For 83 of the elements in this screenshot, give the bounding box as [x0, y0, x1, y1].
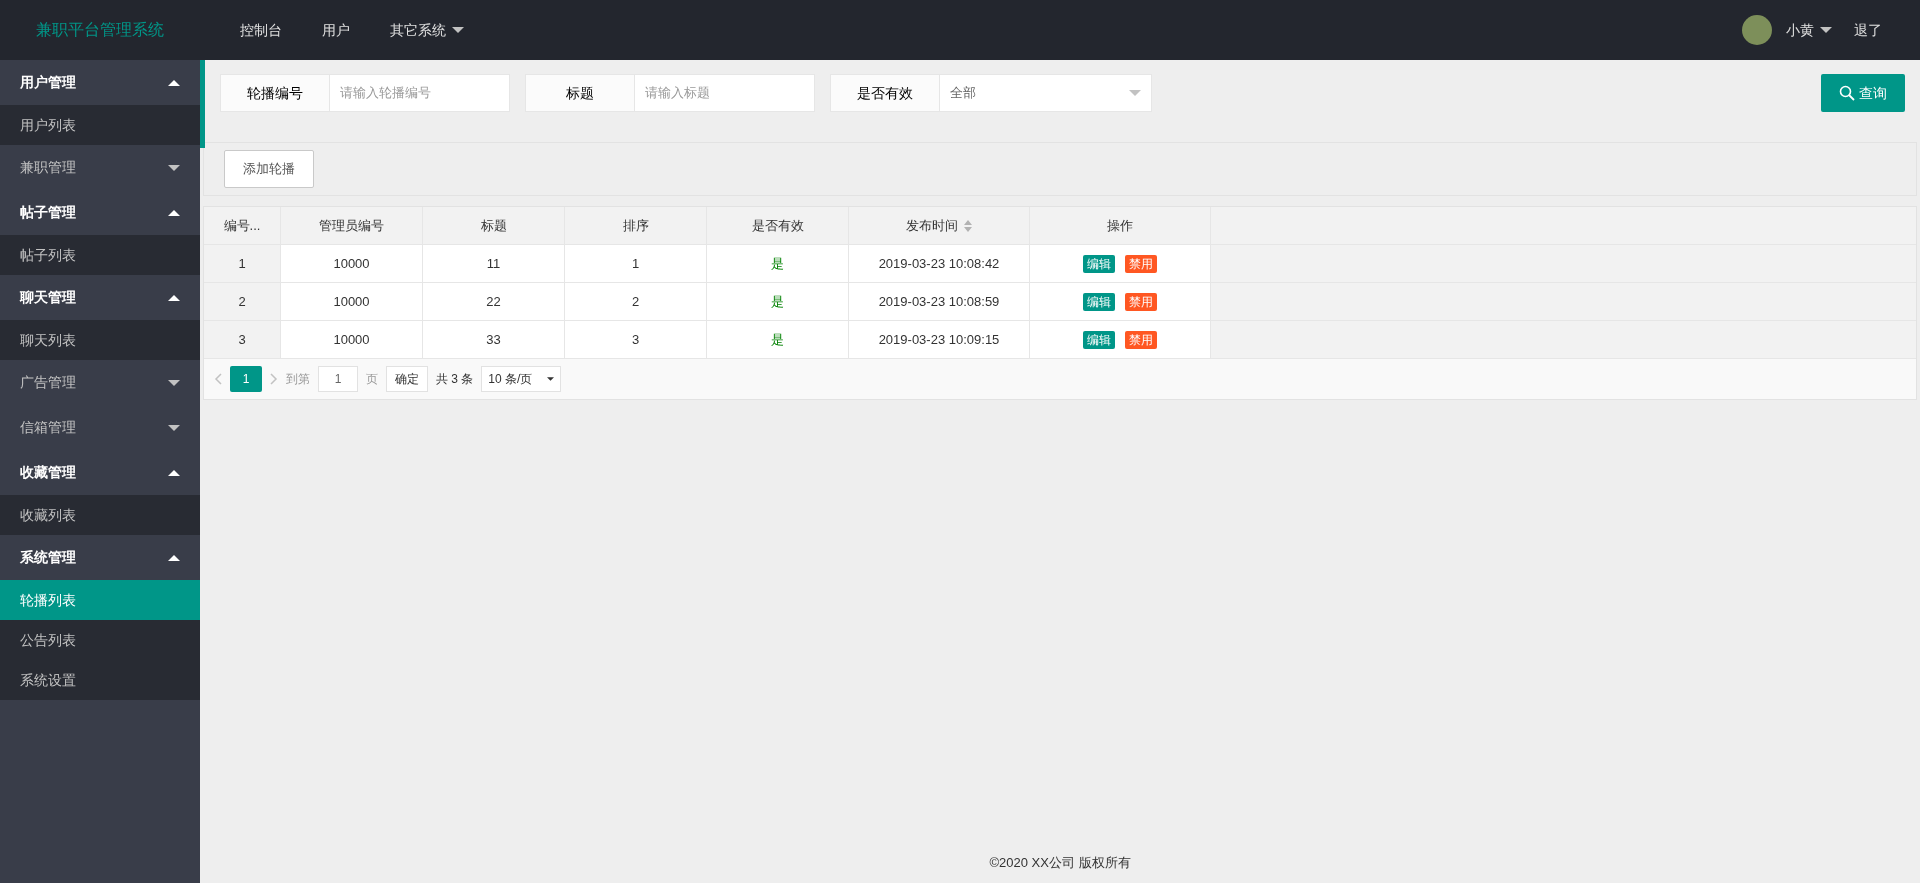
page-unit: 页	[366, 371, 378, 388]
caret-icon	[168, 379, 180, 386]
sidebar-group[interactable]: 聊天管理	[0, 275, 200, 320]
table-cell-text: 2	[238, 292, 246, 311]
filter-label: 是否有效	[830, 74, 940, 112]
column-label: 管理员编号	[319, 216, 384, 235]
table-cell-text: 3	[631, 330, 640, 349]
table-cell-text: 10000	[333, 330, 370, 349]
filter-input[interactable]: 请输入标题	[635, 74, 815, 112]
table-cell-text: 2	[631, 292, 640, 311]
column-header[interactable]: 发布时间	[849, 207, 1030, 244]
sort-icon[interactable]	[964, 219, 972, 232]
table-cell-text: 3	[238, 330, 246, 349]
caret-icon	[547, 376, 555, 382]
sidebar-group[interactable]: 信箱管理	[0, 405, 200, 450]
previous-page-icon[interactable]	[214, 373, 222, 385]
user-menu[interactable]: 小黄	[1786, 19, 1832, 41]
next-page-icon[interactable]	[270, 373, 278, 385]
table-cell-text: 10000	[333, 292, 370, 311]
sidebar-item[interactable]: 轮播列表	[0, 580, 200, 620]
caret-icon	[1820, 27, 1832, 33]
footer-copyright: ©2020 XX公司 版权所有	[989, 854, 1131, 873]
table-cell-text: 2019-03-23 10:08:59	[878, 292, 1000, 311]
table-cell-text: 是	[771, 292, 784, 311]
filter-input[interactable]: 请输入轮播编号	[330, 74, 510, 112]
page-button[interactable]: 1	[230, 366, 262, 392]
caret-icon	[168, 469, 180, 476]
table-cell-text: 1	[238, 254, 246, 273]
sidebar-item[interactable]: 公告列表	[0, 620, 200, 660]
sidebar-group[interactable]: 帖子管理	[0, 190, 200, 235]
caret-icon	[168, 554, 180, 561]
search-icon	[1839, 85, 1855, 101]
table-cell-text: 2019-03-23 10:08:42	[878, 254, 1000, 273]
sidebar-item[interactable]: 系统设置	[0, 660, 200, 700]
table-cell-text: 是	[771, 254, 784, 273]
table-cell-text: 2019-03-23 10:09:15	[878, 330, 1000, 349]
filter-select[interactable]: 全部	[940, 74, 1152, 112]
table-cell-text: 10000	[333, 254, 370, 273]
caret-icon	[168, 79, 180, 86]
sidebar-group[interactable]: 广告管理	[0, 360, 200, 405]
sidebar-item[interactable]: 用户列表	[0, 105, 200, 145]
edit-button[interactable]: 编辑	[1083, 254, 1115, 273]
column-label: 排序	[622, 216, 649, 235]
nav-link[interactable]: 其它系统	[390, 19, 464, 41]
avatar	[1742, 15, 1772, 45]
table-cell-text: 33	[486, 330, 501, 349]
caret-icon	[168, 424, 180, 431]
app-logo: 兼职平台管理系统	[35, 20, 165, 40]
table-cell-text: 是	[771, 330, 784, 349]
table-cell-text: 11	[486, 254, 501, 273]
caret-icon	[1129, 90, 1141, 96]
filter-label: 标题	[525, 74, 635, 112]
add-button[interactable]: 添加轮播	[224, 150, 314, 188]
confirm-button[interactable]: 确定	[386, 366, 428, 392]
filter-label: 轮播编号	[220, 74, 330, 112]
caret-icon	[452, 27, 464, 33]
column-label: 操作	[1107, 216, 1133, 235]
edit-button[interactable]: 编辑	[1083, 292, 1115, 311]
sidebar-item[interactable]: 收藏列表	[0, 495, 200, 535]
page-input[interactable]: 1	[318, 366, 358, 392]
sidebar-group[interactable]: 兼职管理	[0, 145, 200, 190]
sidebar-item[interactable]: 聊天列表	[0, 320, 200, 360]
table-cell-text: 22	[486, 292, 501, 311]
goto-label: 到第	[286, 371, 310, 388]
caret-icon	[168, 209, 180, 216]
column-label: 标题	[480, 216, 507, 235]
sidebar-group[interactable]: 系统管理	[0, 535, 200, 580]
sidebar-item[interactable]: 帖子列表	[0, 235, 200, 275]
sidebar-group[interactable]: 用户管理	[0, 60, 200, 105]
sidebar-group[interactable]: 收藏管理	[0, 450, 200, 495]
nav-link[interactable]: 控制台	[240, 19, 282, 41]
column-label: 发布时间	[906, 216, 958, 235]
search-button[interactable]: 查询	[1821, 74, 1905, 112]
caret-icon	[168, 294, 180, 301]
page-size-select[interactable]: 10 条/页	[481, 366, 562, 392]
nav-link[interactable]: 用户	[322, 19, 350, 41]
column-label: 编号...	[223, 216, 261, 235]
total-count: 共 3 条	[436, 371, 474, 388]
caret-icon	[168, 164, 180, 171]
edit-button[interactable]: 编辑	[1083, 330, 1115, 349]
column-label: 是否有效	[751, 216, 804, 235]
table-cell-text: 1	[631, 254, 640, 273]
logout-link[interactable]: 退了	[1854, 19, 1882, 41]
